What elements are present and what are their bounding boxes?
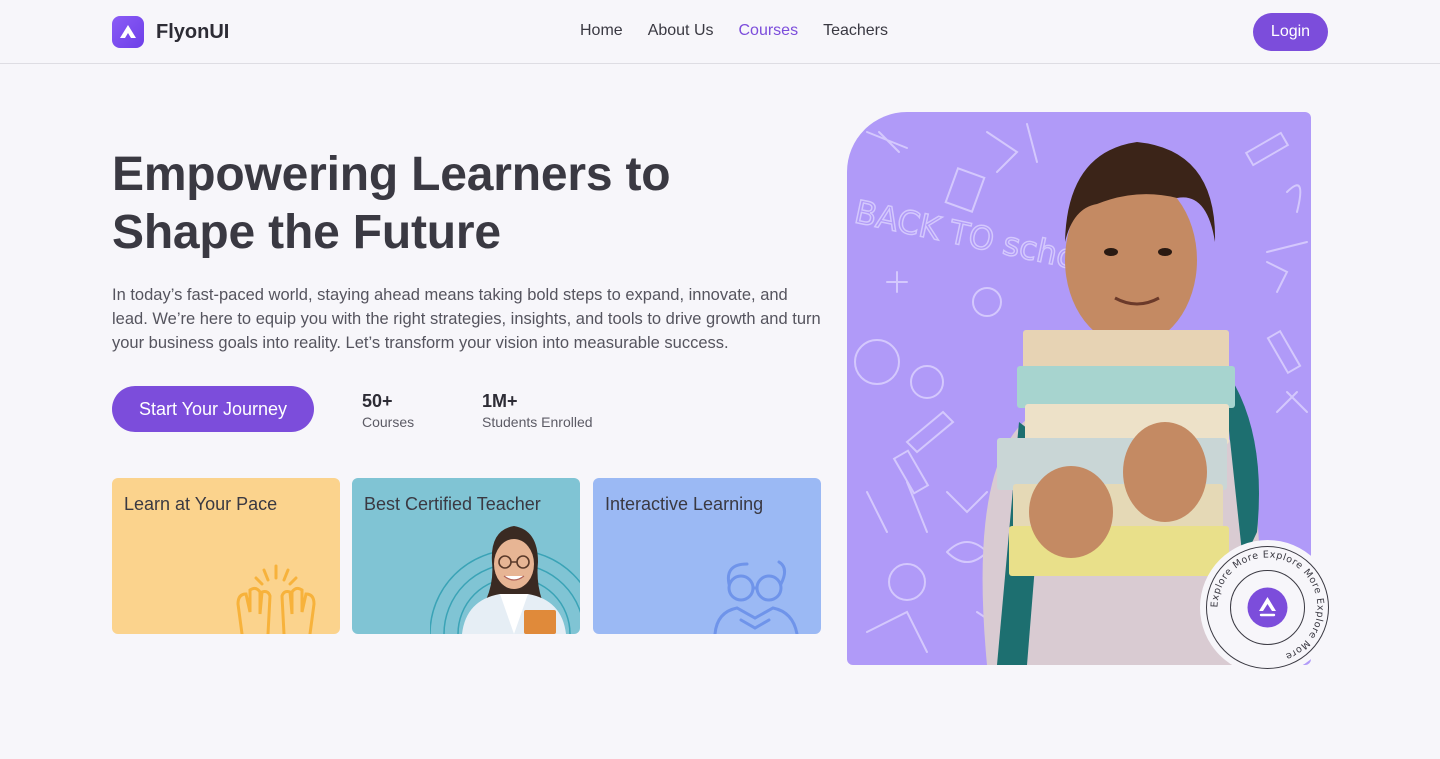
login-button[interactable]: Login — [1253, 13, 1328, 51]
top-navbar: FlyonUI Home About Us Courses Teachers L… — [0, 0, 1440, 64]
stat-students: 1M+ Students Enrolled — [482, 390, 593, 430]
stat-value: 1M+ — [482, 391, 518, 411]
high-five-hands-icon — [236, 564, 316, 634]
headline-line-1: Empowering Learners to — [112, 148, 671, 201]
stat-label: Courses — [362, 414, 415, 430]
card-title: Learn at Your Pace — [124, 494, 278, 514]
brand-name: FlyonUI — [156, 20, 230, 43]
card-title: Interactive Learning — [605, 494, 764, 514]
explore-more-badge[interactable]: Explore More Explore More Explore More — [1200, 540, 1335, 675]
hero-description: In today’s fast-paced world, staying ahe… — [112, 286, 821, 352]
nav-about-us[interactable]: About Us — [648, 22, 714, 40]
reading-glasses-icon — [713, 560, 799, 634]
feature-card-learn-pace[interactable]: Learn at Your Pace — [112, 478, 340, 634]
nav-courses[interactable]: Courses — [739, 22, 799, 40]
nav-home[interactable]: Home — [580, 22, 623, 40]
nav-teachers[interactable]: Teachers — [823, 22, 888, 40]
card-title: Best Certified Teacher — [364, 494, 541, 514]
feature-card-interactive-learning[interactable]: Interactive Learning — [593, 478, 821, 634]
stat-label: Students Enrolled — [482, 414, 593, 430]
flyonui-logo-icon — [112, 16, 144, 48]
headline-line-2: Shape the Future — [112, 206, 501, 259]
explore-ring: Explore More Explore More Explore More — [1206, 546, 1329, 669]
hero-headline: Empowering Learners to Shape the Future — [112, 146, 752, 262]
start-journey-button[interactable]: Start Your Journey — [112, 386, 314, 432]
main-menu: Home About Us Courses Teachers — [580, 22, 888, 40]
feature-card-certified-teacher[interactable]: Best Certified Teacher — [352, 478, 580, 634]
stat-courses: 50+ Courses — [362, 390, 414, 430]
teacher-portrait — [430, 526, 580, 634]
brand[interactable]: FlyonUI — [112, 16, 229, 48]
stat-value: 50+ — [362, 391, 393, 411]
